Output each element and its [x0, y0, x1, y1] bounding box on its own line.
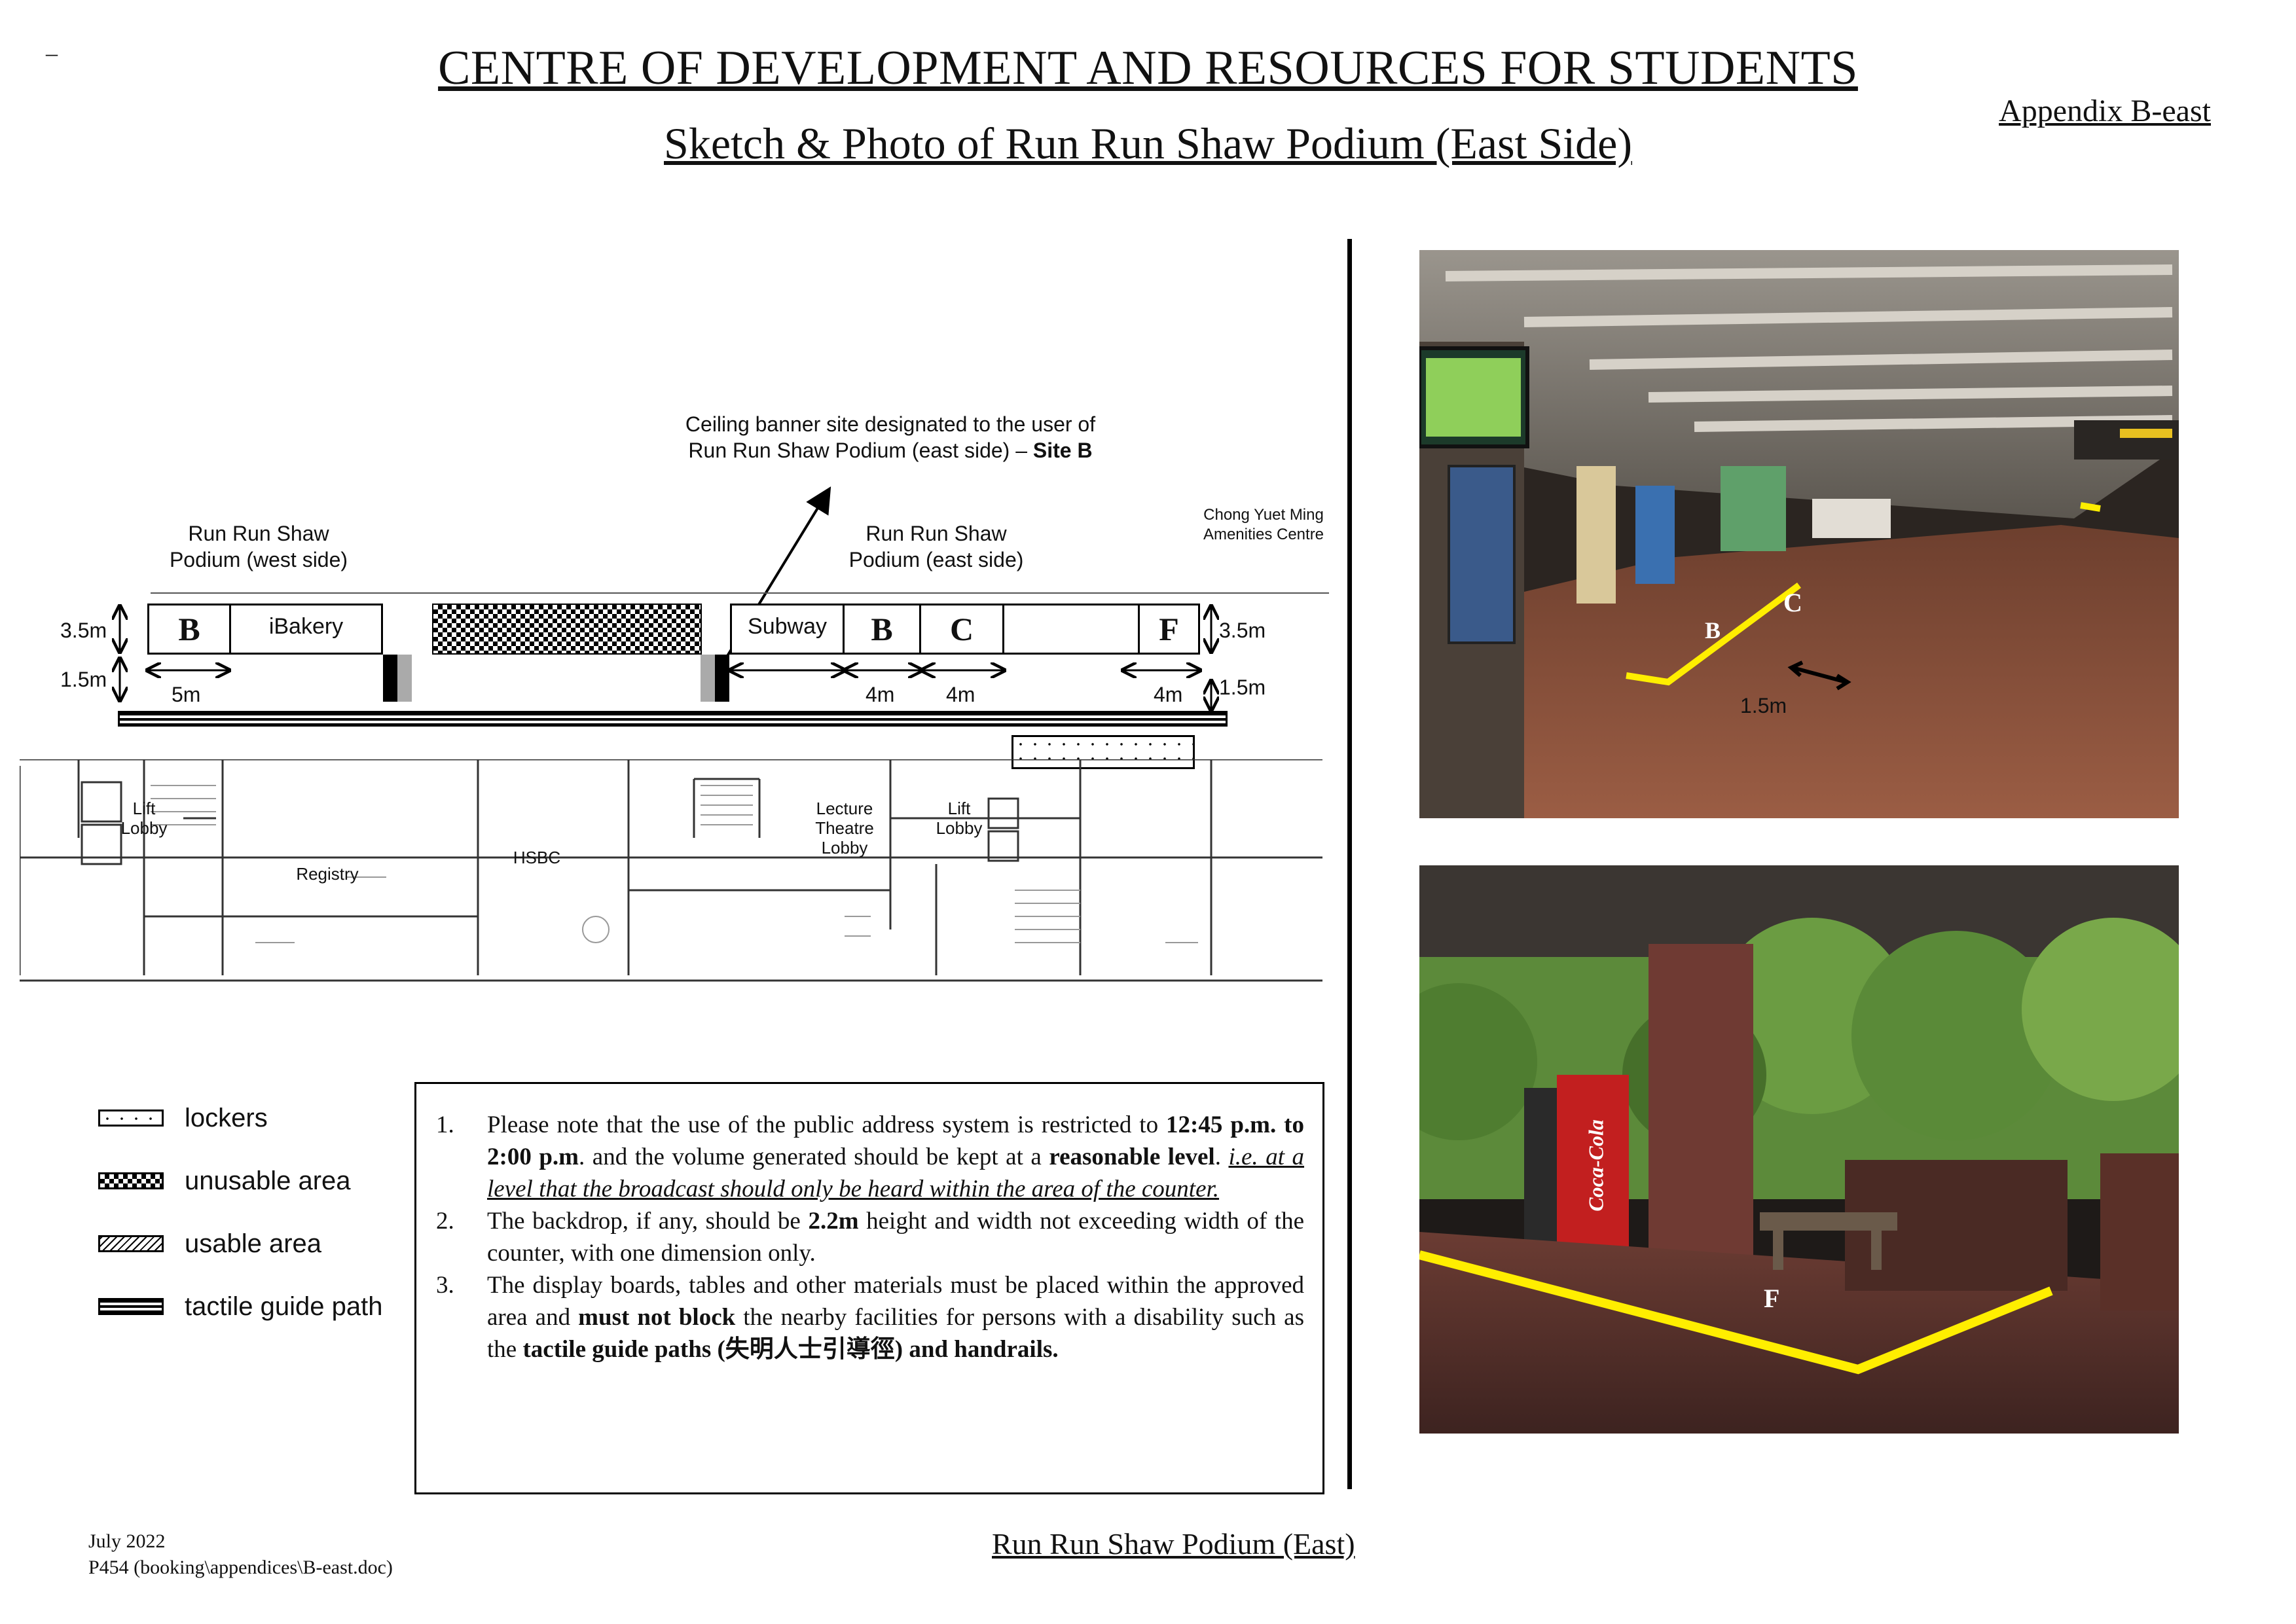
- room-lift-lobby-2-text: Lift Lobby: [936, 799, 983, 838]
- note-2-b: 2.2m: [808, 1208, 859, 1235]
- legend-swatch-unusable: [98, 1172, 164, 1189]
- note-1-c: . and the volume generated should be kep…: [579, 1144, 1042, 1170]
- west-label-1: Run Run Shaw: [188, 522, 329, 545]
- legend-item-tactile: tactile guide path: [98, 1291, 426, 1321]
- footer-ref: P454 (booking\appendices\B-east.doc): [88, 1557, 393, 1578]
- footer-meta: July 2022 P454 (booking\appendices\B-eas…: [88, 1528, 393, 1581]
- photo-bottom-label-f: F: [1764, 1284, 1780, 1313]
- east-label-1: Run Run Shaw: [866, 522, 1007, 545]
- appendix-label: Appendix B-east: [1999, 94, 2211, 128]
- banner-note-line1: Ceiling banner site designated to the us…: [685, 412, 1096, 436]
- vertical-divider: [1347, 239, 1352, 1489]
- photo-top-label-b: B: [1705, 617, 1721, 643]
- building-plan: [20, 759, 1322, 982]
- photo-east-corridor: C B 1.5m: [1419, 250, 2179, 818]
- coca-cola-logo: Coca-Cola: [1584, 1119, 1608, 1212]
- cym-label-2: Amenities Centre: [1203, 526, 1324, 543]
- east-podium-label: Run Run Shaw Podium (east side): [828, 520, 1044, 573]
- legend-item-lockers: lockers: [98, 1103, 426, 1132]
- legend-label-tactile: tactile guide path: [185, 1291, 383, 1321]
- east-label-2: Podium (east side): [848, 548, 1024, 571]
- banner-note-line2: Run Run Shaw Podium (east side) – Site B: [681, 437, 1100, 463]
- legend-label-lockers: lockers: [185, 1103, 268, 1132]
- room-lecture-lobby: Lecture Theatre Lobby: [805, 799, 884, 857]
- note-1-text: Please note that the use of the public a…: [487, 1109, 1304, 1205]
- note-2-number: 2.: [436, 1208, 454, 1235]
- legend-label-usable: usable area: [185, 1229, 322, 1258]
- legend-swatch-lockers: [98, 1110, 164, 1127]
- room-lift-lobby-1: Lift Lobby: [118, 799, 170, 838]
- note-1-d: reasonable level: [1049, 1144, 1215, 1170]
- note-2: 2. The backdrop, if any, should be 2.2m …: [436, 1205, 1304, 1269]
- note-2-a: The backdrop, if any, should be: [487, 1208, 801, 1235]
- note-3-text: The display boards, tables and other mat…: [487, 1269, 1304, 1365]
- cym-label: Chong Yuet Ming Amenities Centre: [1185, 505, 1342, 545]
- room-hsbc: HSBC: [513, 848, 561, 867]
- note-1: 1. Please note that the use of the publi…: [436, 1109, 1304, 1205]
- banner-note-line2-text: Run Run Shaw Podium (east side) –: [688, 439, 1027, 462]
- photo-top-label-c: C: [1783, 588, 1802, 617]
- note-1-a: Please note that the use of the public a…: [487, 1111, 1159, 1138]
- tactile-guide-path: [118, 711, 1228, 727]
- west-label-2: Podium (west side): [169, 548, 348, 571]
- photo-east-corridor-drawing: [1419, 250, 2179, 818]
- room-registry: Registry: [296, 864, 359, 884]
- note-1-number: 1.: [436, 1111, 454, 1138]
- room-lift-lobby-1-text: Lift Lobby: [120, 799, 168, 838]
- note-3: 3. The display boards, tables and other …: [436, 1269, 1304, 1365]
- footer-date: July 2022: [88, 1530, 166, 1552]
- note-1-e: .: [1214, 1144, 1221, 1170]
- page-title: CENTRE OF DEVELOPMENT AND RESOURCES FOR …: [438, 41, 1858, 95]
- legend-item-unusable: unusable area: [98, 1166, 426, 1195]
- banner-note: Ceiling banner site designated to the us…: [681, 411, 1100, 463]
- footer-caption: Run Run Shaw Podium (East): [992, 1527, 1355, 1561]
- west-podium-label: Run Run Shaw Podium (west side): [151, 520, 367, 573]
- legend: lockers unusable area usable area tactil…: [98, 1103, 426, 1321]
- cym-label-1: Chong Yuet Ming: [1203, 506, 1324, 524]
- room-lift-lobby-2: Lift Lobby: [933, 799, 985, 838]
- legend-item-usable: usable area: [98, 1229, 426, 1258]
- photo-top-label-dim: 1.5m: [1740, 694, 1787, 717]
- note-3-number: 3.: [436, 1272, 454, 1299]
- floor-plan: Ceiling banner site designated to the us…: [0, 393, 1342, 1047]
- photo-top-highlight-far: [2080, 502, 2101, 512]
- notes-box: 1. Please note that the use of the publi…: [414, 1082, 1324, 1494]
- room-lecture-lobby-text: Lecture Theatre Lobby: [815, 799, 874, 857]
- note-3-b: must not block: [578, 1304, 736, 1331]
- note-2-text: The backdrop, if any, should be 2.2m hei…: [487, 1205, 1304, 1269]
- photo-east-podium-f-drawing: [1419, 865, 2179, 1434]
- photo-east-podium-f: Coca-Cola F: [1419, 865, 2179, 1434]
- legend-swatch-usable: [98, 1235, 164, 1252]
- page-subtitle: Sketch & Photo of Run Run Shaw Podium (E…: [664, 118, 1632, 168]
- note-3-d: tactile guide paths (失明人士引導徑) and handra…: [522, 1336, 1059, 1363]
- legend-label-unusable: unusable area: [185, 1166, 351, 1195]
- dimension-arrows: [0, 589, 1342, 720]
- banner-note-site: Site B: [1032, 439, 1093, 462]
- legend-swatch-tactile: [98, 1298, 164, 1315]
